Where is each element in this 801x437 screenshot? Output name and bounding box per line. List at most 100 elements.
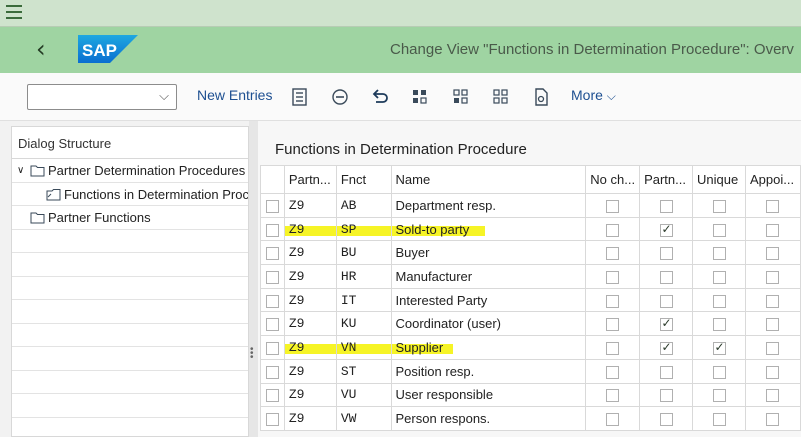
- table-row[interactable]: Z9 IT Interested Party: [260, 287, 801, 313]
- details-icon[interactable]: [290, 87, 310, 107]
- checkbox-unchecked[interactable]: [606, 389, 620, 403]
- checkbox-cell-no-ch[interactable]: [585, 216, 641, 242]
- checkbox-unchecked[interactable]: [606, 223, 620, 237]
- select-all-header[interactable]: [260, 165, 285, 194]
- checkbox-unchecked[interactable]: [766, 247, 780, 261]
- checkbox-unchecked[interactable]: [606, 342, 620, 355]
- checkbox-checked[interactable]: [659, 316, 673, 332]
- checkbox-unchecked[interactable]: [766, 413, 780, 427]
- back-icon[interactable]: ‹: [36, 36, 46, 62]
- checkbox-unchecked[interactable]: [712, 365, 726, 379]
- checkbox-unchecked[interactable]: [766, 365, 780, 379]
- row-selector[interactable]: [260, 358, 285, 384]
- checkbox-unchecked[interactable]: [712, 247, 726, 261]
- partner-procedure-cell[interactable]: Z9: [283, 382, 337, 408]
- checkbox-unchecked[interactable]: [659, 365, 673, 379]
- function-code-cell[interactable]: HR: [335, 264, 392, 289]
- partner-procedure-cell[interactable]: Z9: [283, 311, 337, 337]
- checkbox-cell-appoi[interactable]: [744, 193, 801, 218]
- column-header[interactable]: Name: [390, 165, 587, 194]
- partner-procedure-cell[interactable]: Z9: [283, 335, 337, 360]
- checkbox-checked[interactable]: [659, 222, 673, 237]
- undo-icon[interactable]: [370, 87, 390, 107]
- checkbox-unchecked[interactable]: [766, 342, 780, 355]
- function-code-cell[interactable]: AB: [335, 193, 392, 218]
- panel-splitter[interactable]: [249, 121, 258, 437]
- table-row[interactable]: Z9 HR Manufacturer: [260, 264, 801, 289]
- function-code-cell[interactable]: SP: [335, 216, 392, 242]
- function-name-cell[interactable]: Position resp.: [390, 358, 587, 384]
- checkbox-unchecked[interactable]: [659, 413, 673, 427]
- function-code-cell[interactable]: IT: [335, 287, 392, 313]
- new-entries-button[interactable]: New Entries: [197, 87, 272, 103]
- checkbox-unchecked[interactable]: [606, 413, 620, 427]
- row-select-checkbox[interactable]: [265, 294, 279, 308]
- checkbox-unchecked[interactable]: [766, 294, 780, 308]
- checkbox-unchecked[interactable]: [659, 389, 673, 403]
- checkbox-cell-unique[interactable]: [692, 382, 746, 408]
- checkbox-unchecked[interactable]: [766, 223, 780, 237]
- function-name-cell[interactable]: Buyer: [390, 240, 587, 266]
- table-row[interactable]: Z9 AB Department resp.: [260, 193, 801, 218]
- checkbox-cell-no-ch[interactable]: [585, 193, 641, 218]
- checkbox-cell-no-ch[interactable]: [585, 287, 641, 313]
- checkbox-checked[interactable]: [659, 340, 673, 355]
- checkbox-cell-appoi[interactable]: [744, 216, 801, 242]
- checkbox-unchecked[interactable]: [606, 294, 620, 308]
- checkbox-cell-appoi[interactable]: [744, 335, 801, 360]
- checkbox-cell-unique[interactable]: [692, 264, 746, 289]
- select-all-icon[interactable]: [410, 87, 430, 107]
- function-name-cell[interactable]: Supplier: [390, 335, 587, 360]
- column-header[interactable]: Appoi...: [744, 165, 801, 194]
- checkbox-cell-partn2[interactable]: [639, 335, 694, 360]
- checkbox-unchecked[interactable]: [766, 270, 780, 284]
- checkbox-cell-unique[interactable]: [692, 335, 746, 360]
- function-name-cell[interactable]: Coordinator (user): [390, 311, 587, 337]
- checkbox-cell-unique[interactable]: [692, 311, 746, 337]
- menu-icon[interactable]: [6, 5, 22, 21]
- row-select-checkbox[interactable]: [265, 199, 279, 213]
- partner-procedure-cell[interactable]: Z9: [283, 193, 337, 218]
- checkbox-cell-partn2[interactable]: [639, 406, 694, 431]
- checkbox-cell-unique[interactable]: [692, 406, 746, 431]
- function-code-cell[interactable]: KU: [335, 311, 392, 337]
- view-selector-dropdown[interactable]: ⌵: [27, 84, 177, 110]
- checkbox-unchecked[interactable]: [766, 199, 780, 213]
- function-name-cell[interactable]: Manufacturer: [390, 264, 587, 289]
- table-row[interactable]: Z9 ST Position resp.: [260, 358, 801, 384]
- checkbox-cell-no-ch[interactable]: [585, 335, 641, 360]
- checkbox-cell-unique[interactable]: [692, 193, 746, 218]
- checkbox-cell-unique[interactable]: [692, 358, 746, 384]
- checkbox-cell-appoi[interactable]: [744, 358, 801, 384]
- checkbox-cell-unique[interactable]: [692, 287, 746, 313]
- select-block-icon[interactable]: [451, 87, 471, 107]
- checkbox-unchecked[interactable]: [712, 223, 726, 237]
- function-name-cell[interactable]: Department resp.: [390, 193, 587, 218]
- checkbox-cell-no-ch[interactable]: [585, 264, 641, 289]
- checkbox-unchecked[interactable]: [606, 365, 620, 379]
- checkbox-unchecked[interactable]: [659, 270, 673, 284]
- partner-procedure-cell[interactable]: Z9: [283, 264, 337, 289]
- function-name-cell[interactable]: Person respons.: [390, 406, 587, 431]
- checkbox-unchecked[interactable]: [712, 199, 726, 213]
- row-select-checkbox[interactable]: [265, 318, 279, 332]
- row-selector[interactable]: [260, 311, 285, 337]
- deselect-all-icon[interactable]: [491, 87, 511, 107]
- checkbox-checked[interactable]: [712, 340, 726, 355]
- row-select-checkbox[interactable]: [265, 389, 279, 403]
- checkbox-unchecked[interactable]: [766, 389, 780, 403]
- checkbox-cell-partn2[interactable]: [639, 264, 694, 289]
- checkbox-unchecked[interactable]: [606, 247, 620, 261]
- column-header[interactable]: Partn...: [639, 165, 694, 194]
- more-button[interactable]: More ⌵: [571, 87, 616, 104]
- row-select-checkbox[interactable]: [265, 270, 279, 284]
- checkbox-cell-appoi[interactable]: [744, 382, 801, 408]
- tree-item-partner-determination-procedures[interactable]: ∨ Partner Determination Procedures: [12, 159, 248, 183]
- checkbox-cell-no-ch[interactable]: [585, 382, 641, 408]
- column-header[interactable]: Fnct: [335, 165, 392, 194]
- checkbox-cell-partn2[interactable]: [639, 216, 694, 242]
- checkbox-unchecked[interactable]: [659, 294, 673, 308]
- checkbox-cell-partn2[interactable]: [639, 193, 694, 218]
- row-select-checkbox[interactable]: [265, 223, 279, 237]
- row-select-checkbox[interactable]: [265, 342, 279, 355]
